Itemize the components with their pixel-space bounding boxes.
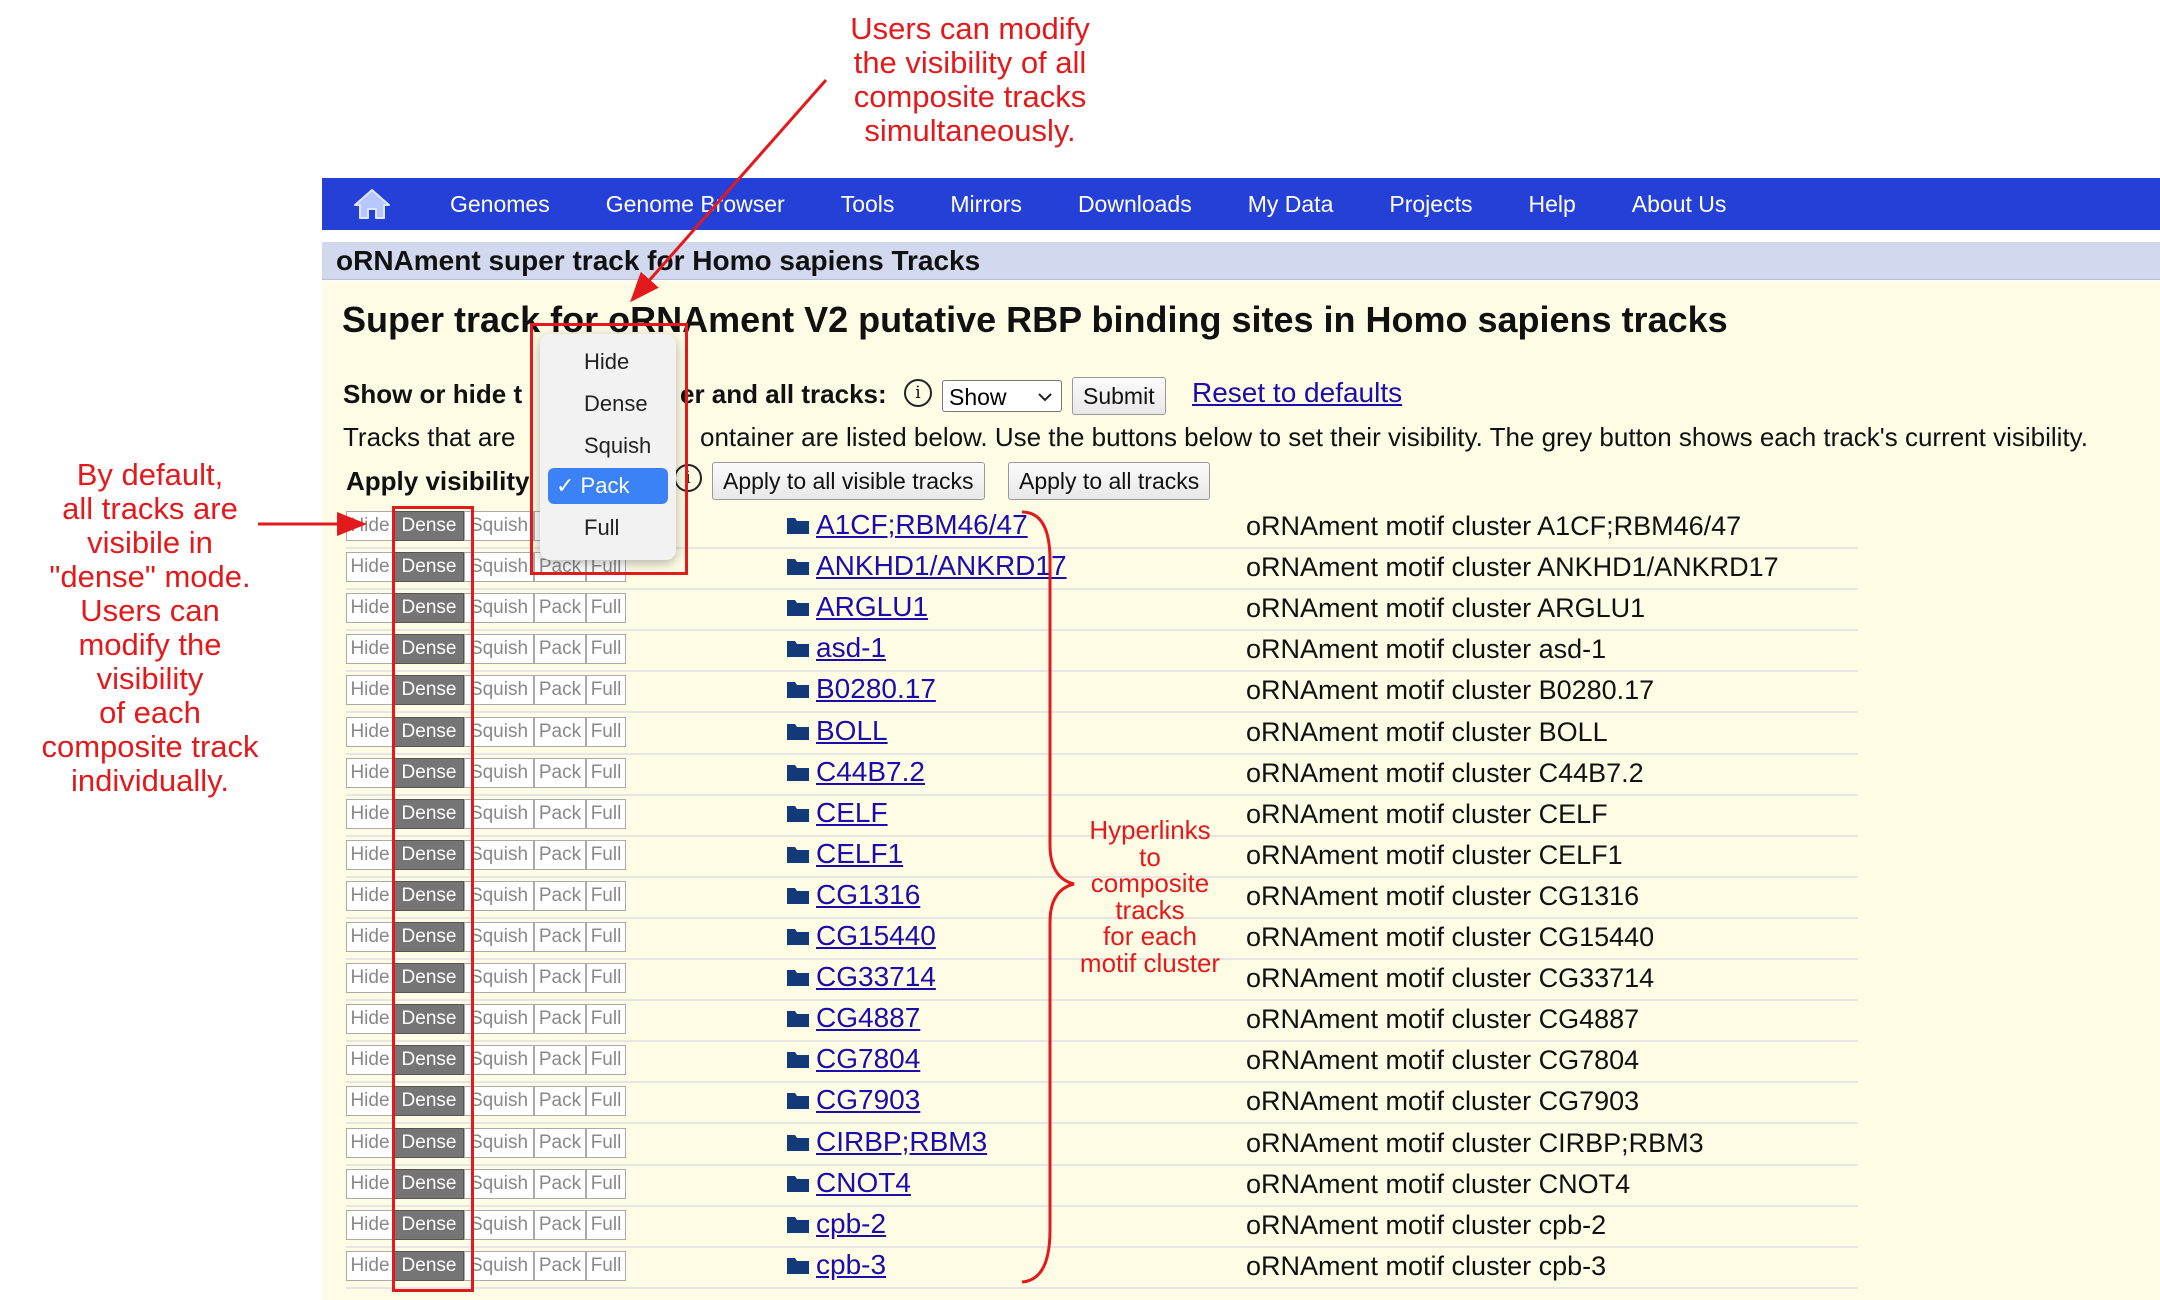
annotation-middle: Hyperlinks to composite tracks for each … [1079, 815, 1221, 978]
annotation-arrows [258, 79, 1075, 1284]
annotation-left: By default, all tracks are visibile in "… [41, 457, 259, 798]
annotation-top: Users can modify the visibility of all c… [850, 11, 1090, 148]
hyperlinks-brace [1021, 510, 1075, 1284]
